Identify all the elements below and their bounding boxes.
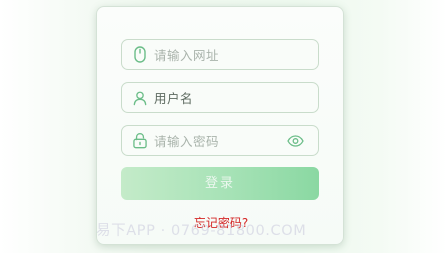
forgot-password-link[interactable]: 忘记密码? bbox=[97, 214, 345, 231]
password-placeholder: 请输入密码 bbox=[154, 134, 220, 149]
user-icon bbox=[133, 89, 147, 107]
login-button[interactable]: 登录 bbox=[121, 167, 319, 200]
url-placeholder: 请输入网址 bbox=[154, 48, 220, 63]
url-field[interactable]: 请输入网址 bbox=[121, 39, 319, 70]
lock-icon bbox=[133, 132, 147, 150]
login-card: 请输入网址 用户名 请输入密码 登录 忘记密码? bbox=[96, 6, 344, 245]
password-field[interactable]: 请输入密码 bbox=[121, 125, 319, 156]
eye-icon[interactable] bbox=[286, 133, 304, 149]
login-screen: 请输入网址 用户名 请输入密码 登录 忘记密码? 易下APP · 0769-81… bbox=[0, 0, 447, 253]
username-value: 用户名 bbox=[154, 91, 194, 106]
username-field[interactable]: 用户名 bbox=[121, 82, 319, 113]
mouse-icon bbox=[133, 46, 147, 64]
